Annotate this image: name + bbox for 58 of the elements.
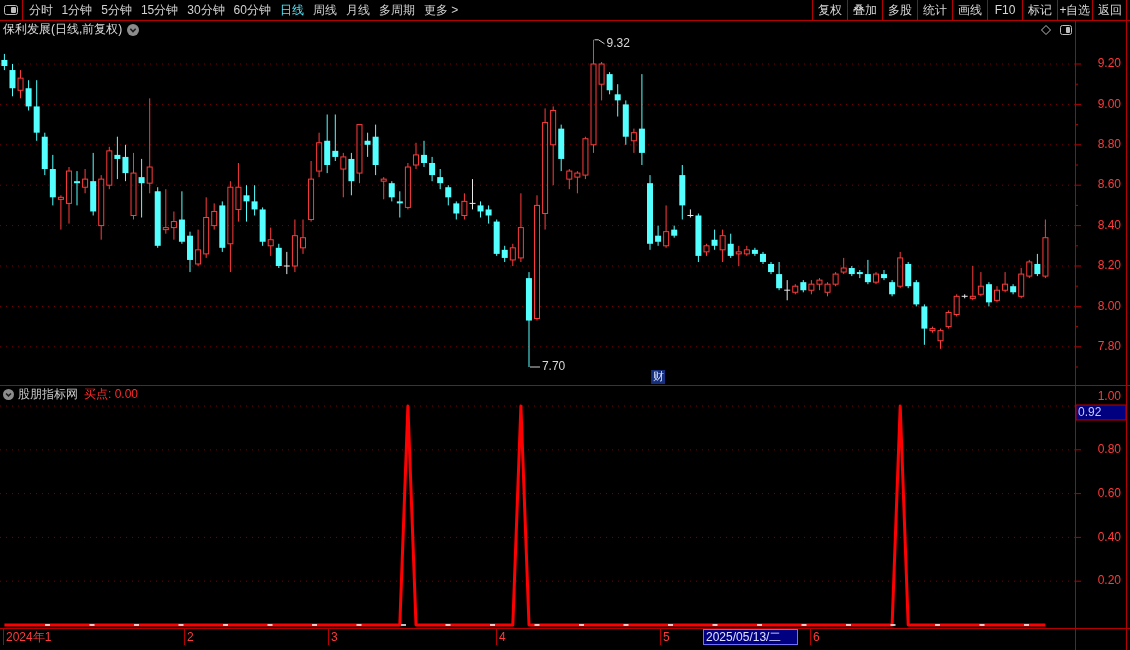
value-readout: 0.92 [1075, 404, 1127, 421]
toolbar-button[interactable]: 统计 [917, 0, 952, 20]
candlestick [760, 251, 766, 265]
axis-label: 0.20 [1097, 573, 1121, 588]
date-label: 6 [813, 629, 820, 644]
toolbar-button[interactable]: 多股 [882, 0, 917, 20]
axis-label: 9.00 [1097, 96, 1121, 111]
axis-label: 0.80 [1097, 441, 1121, 456]
date-label: 3 [331, 629, 338, 644]
period-tab[interactable]: 分时 [24, 0, 57, 20]
period-tab[interactable]: 1分钟 [57, 0, 97, 20]
candlestick [994, 285, 1000, 303]
chevron-down-icon[interactable] [127, 23, 140, 36]
axis-label: 7.80 [1097, 338, 1121, 353]
leader-line [529, 366, 541, 368]
axis-label: 8.00 [1097, 298, 1121, 313]
toolbar-button[interactable]: +自选 [1057, 0, 1092, 20]
period-tab[interactable]: 更多 > [419, 0, 463, 20]
date-label: 4 [499, 629, 506, 644]
chart-title: 保利发展(日线,前复权) [3, 21, 123, 38]
date-label: 2 [187, 629, 194, 644]
toolbar-button[interactable]: F10 [987, 0, 1022, 20]
axis-label: 8.20 [1097, 258, 1121, 273]
price-label: 9.32 [606, 38, 630, 50]
period-tab[interactable]: 多周期 [374, 0, 420, 20]
leader-line [594, 39, 605, 45]
date-label: 5 [663, 629, 670, 644]
axis-label: 8.80 [1097, 136, 1121, 151]
axis-label: 0.40 [1097, 529, 1121, 544]
panel-icon[interactable] [1060, 24, 1072, 35]
price-label: 7.70 [541, 359, 566, 374]
candlestick [187, 231, 193, 273]
toolbar-button[interactable]: 标记 [1022, 0, 1057, 20]
toolbar-button[interactable]: 返回 [1092, 0, 1127, 20]
panel-icon[interactable] [4, 5, 18, 15]
axis-label: 8.60 [1097, 177, 1121, 192]
toolbar-button[interactable]: 叠加 [847, 0, 882, 20]
candlestick [300, 219, 306, 255]
period-tab[interactable]: 60分钟 [229, 0, 276, 20]
toolbar-button[interactable]: 画线 [952, 0, 987, 20]
period-tab[interactable]: 周线 [308, 0, 342, 20]
indicator-legend: 买点: 0.00 [84, 385, 139, 403]
date-label: 2024年1 [6, 629, 52, 644]
period-tab[interactable]: 15分钟 [136, 0, 183, 20]
toolbar-button[interactable]: 复权 [812, 0, 847, 20]
axis-label: 0.60 [1097, 485, 1121, 500]
chevron-down-icon[interactable] [3, 388, 14, 400]
cursor-date-label: 2025/05/13/二 [703, 629, 798, 645]
axis-label: 8.40 [1097, 217, 1121, 232]
indicator-name: 股朋指标网 [18, 385, 78, 403]
period-tab[interactable]: 月线 [341, 0, 375, 20]
event-marker[interactable]: 财 [651, 370, 666, 384]
axis-label: 1.00 [1097, 389, 1121, 404]
period-tab[interactable]: 日线 [275, 0, 309, 20]
diamond-icon[interactable] [1041, 24, 1051, 35]
axis-label: 9.20 [1097, 56, 1121, 71]
period-tab[interactable]: 30分钟 [182, 0, 230, 20]
period-tab[interactable]: 5分钟 [96, 0, 137, 20]
